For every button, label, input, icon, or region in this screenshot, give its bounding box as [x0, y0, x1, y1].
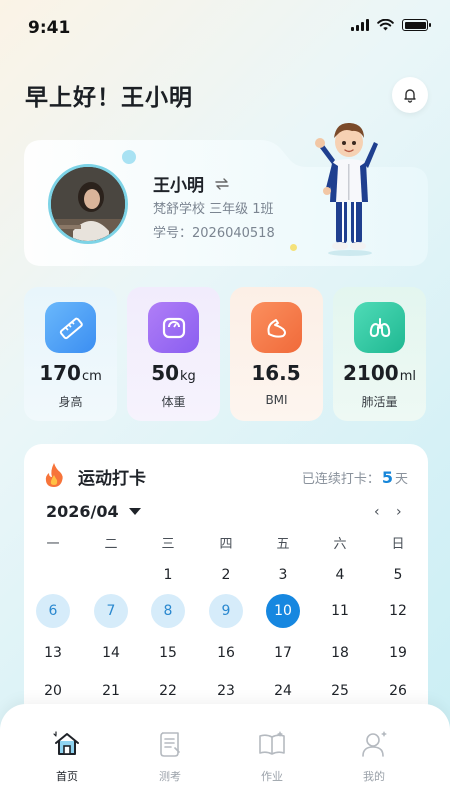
- weekday-label: 四: [219, 537, 233, 552]
- calendar-day[interactable]: 20: [36, 674, 70, 708]
- stat-card-weight[interactable]: 50kg 体重: [127, 287, 220, 421]
- streak-prefix: 已连续打卡：: [301, 472, 380, 487]
- stat-label: BMI: [265, 393, 288, 407]
- streak-suffix: 天: [394, 472, 408, 487]
- calendar-day[interactable]: 15: [151, 636, 185, 670]
- prev-month-button[interactable]: ‹: [374, 504, 380, 520]
- stat-label: 身高: [58, 395, 83, 409]
- stat-card-bmi[interactable]: 16.5 BMI: [230, 287, 323, 421]
- calendar-day[interactable]: 12: [381, 594, 415, 628]
- tab-label: 作业: [261, 770, 283, 783]
- muscle-icon: [251, 302, 302, 353]
- ruler-icon: [45, 302, 96, 353]
- calendar-day[interactable]: 11: [323, 594, 357, 628]
- tab-label: 我的: [363, 770, 385, 783]
- stat-value: 2100: [343, 361, 399, 385]
- greeting-title: 早上好！王小明: [25, 85, 193, 111]
- weekday-label: 三: [161, 537, 175, 552]
- tab-label: 首页: [56, 770, 78, 783]
- stat-unit: cm: [81, 369, 102, 384]
- lungs-icon: [354, 302, 405, 353]
- next-month-button[interactable]: ›: [396, 504, 402, 520]
- calendar-day[interactable]: 25: [323, 674, 357, 708]
- decor-dot: [290, 244, 297, 251]
- calendar-day[interactable]: 9: [209, 594, 243, 628]
- avatar[interactable]: [48, 164, 128, 244]
- month-selector[interactable]: 2026/04: [46, 502, 141, 521]
- tab-test[interactable]: 测考: [114, 704, 226, 800]
- tab-profile[interactable]: 我的: [318, 704, 430, 800]
- bottom-tab-bar: 首页 测考 作业 我的: [0, 704, 450, 800]
- streak-days: 5: [381, 468, 393, 487]
- weekday-label: 六: [333, 537, 347, 552]
- scale-icon: [148, 302, 199, 353]
- school-class-info: 梵舒学校 三年级 1班: [153, 202, 274, 217]
- stat-value: 16.5: [251, 361, 301, 385]
- calendar-day-today[interactable]: 10: [266, 594, 300, 628]
- exercise-title: 运动打卡: [78, 469, 146, 489]
- decor-dot: [122, 150, 136, 164]
- calendar-day[interactable]: 2: [209, 558, 243, 592]
- calendar-day[interactable]: 3: [266, 558, 300, 592]
- stat-value: 170: [39, 361, 81, 385]
- signal-icon: [351, 19, 369, 31]
- calendar-day[interactable]: 13: [36, 636, 70, 670]
- month-label: 2026/04: [46, 502, 119, 521]
- home-icon: [53, 731, 79, 755]
- book-icon: [259, 731, 285, 755]
- weekday-label: 五: [276, 537, 290, 552]
- stat-card-lung-capacity[interactable]: 2100ml 肺活量: [333, 287, 426, 421]
- calendar-day[interactable]: 26: [381, 674, 415, 708]
- calendar-day[interactable]: 22: [151, 674, 185, 708]
- calendar-day[interactable]: 7: [94, 594, 128, 628]
- switch-icon[interactable]: [214, 177, 230, 191]
- weekday-label: 一: [46, 537, 60, 552]
- flame-icon: [45, 463, 63, 487]
- calendar-day[interactable]: 8: [151, 594, 185, 628]
- tab-homework[interactable]: 作业: [216, 704, 328, 800]
- calendar-day[interactable]: 24: [266, 674, 300, 708]
- calendar-day[interactable]: 14: [94, 636, 128, 670]
- test-scroll-icon: [160, 732, 180, 757]
- calendar-day[interactable]: 21: [94, 674, 128, 708]
- status-bar: 9:41: [0, 0, 450, 56]
- notification-button[interactable]: [392, 77, 428, 113]
- mascot-boy-illustration: [315, 122, 378, 256]
- wifi-icon: [377, 19, 394, 31]
- calendar-day[interactable]: 1: [151, 558, 185, 592]
- stat-label: 肺活量: [361, 395, 398, 409]
- calendar-day[interactable]: 4: [323, 558, 357, 592]
- calendar-day[interactable]: 17: [266, 636, 300, 670]
- tab-home[interactable]: 首页: [11, 704, 123, 800]
- exercise-checkin-card: 运动打卡 已连续打卡： 5 天 2026/04 ‹ › 一二三四五六日1234567…: [24, 444, 428, 744]
- stat-unit: kg: [180, 369, 196, 384]
- status-icons: [351, 19, 431, 31]
- student-name-row: 王小明: [153, 171, 230, 196]
- calendar-day[interactable]: 6: [36, 594, 70, 628]
- weekday-label: 日: [391, 537, 405, 552]
- caret-down-icon: [128, 508, 141, 515]
- stat-label: 体重: [161, 395, 186, 409]
- stat-unit: ml: [399, 369, 416, 384]
- calendar-day[interactable]: 19: [381, 636, 415, 670]
- tab-label: 测考: [159, 770, 181, 783]
- calendar-day[interactable]: 5: [381, 558, 415, 592]
- streak-info: 已连续打卡： 5 天: [302, 468, 408, 487]
- calendar-day[interactable]: 18: [323, 636, 357, 670]
- stat-value: 50: [151, 361, 180, 385]
- student-name: 王小明: [153, 176, 204, 196]
- profile-icon: [362, 731, 387, 757]
- weekday-label: 二: [104, 537, 118, 552]
- status-time: 9:41: [28, 18, 71, 38]
- battery-icon: [402, 19, 431, 31]
- bell-icon: [404, 89, 416, 103]
- calendar-day[interactable]: 23: [209, 674, 243, 708]
- calendar-day[interactable]: 16: [209, 636, 243, 670]
- stat-card-height[interactable]: 170cm 身高: [24, 287, 117, 421]
- student-id: 学号：2026040518: [153, 226, 275, 241]
